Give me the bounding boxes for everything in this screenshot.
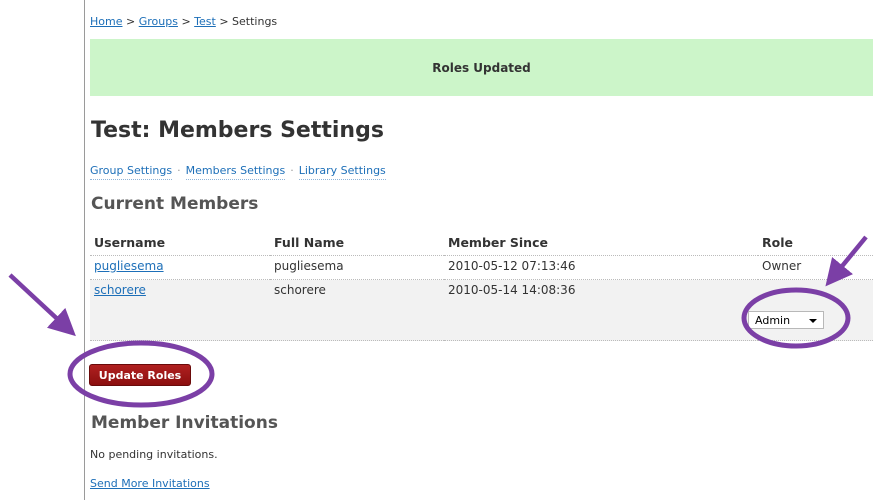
breadcrumb-separator: >	[219, 15, 229, 28]
settings-subnav: Group Settings · Members Settings · Library …	[90, 164, 386, 180]
breadcrumb-home-link[interactable]: Home	[90, 15, 122, 28]
role-cell	[758, 279, 873, 341]
member-since-cell: 2010-05-12 07:13:46	[444, 255, 758, 280]
arrow-icon	[8, 273, 76, 337]
column-header-username: Username	[90, 229, 270, 256]
roles-updated-notice: Roles Updated	[90, 39, 873, 96]
breadcrumb-current: Settings	[232, 15, 278, 28]
role-select[interactable]: Admin	[748, 311, 824, 329]
subnav-group-settings[interactable]: Group Settings	[90, 164, 173, 180]
breadcrumb: Home > Groups > Test > Settings	[90, 15, 277, 28]
full-name-cell: pugliesema	[270, 255, 444, 280]
breadcrumb-separator: >	[125, 15, 136, 28]
member-invitations-heading: Member Invitations	[91, 413, 278, 433]
table-header-row: Username Full Name Member Since Role	[90, 229, 873, 256]
breadcrumb-groups-link[interactable]: Groups	[139, 15, 178, 28]
role-select-value: Admin	[755, 313, 791, 327]
role-cell: Owner	[758, 255, 873, 280]
column-header-full-name: Full Name	[270, 229, 444, 256]
subnav-separator: ·	[177, 164, 181, 177]
username-link[interactable]: schorere	[94, 283, 146, 297]
username-link[interactable]: pugliesema	[94, 259, 164, 273]
username-cell: schorere	[90, 279, 270, 341]
column-header-member-since: Member Since	[444, 229, 758, 256]
notice-text: Roles Updated	[432, 60, 531, 75]
update-roles-button[interactable]: Update Roles	[89, 364, 191, 386]
table-row: pugliesema pugliesema 2010-05-12 07:13:4…	[90, 255, 873, 280]
member-since-cell: 2010-05-14 14:08:36	[444, 279, 758, 341]
full-name-cell: schorere	[270, 279, 444, 341]
chevron-down-icon	[809, 319, 817, 323]
username-cell: pugliesema	[90, 255, 270, 280]
subnav-library-settings[interactable]: Library Settings	[298, 164, 386, 180]
table-row: schorere schorere 2010-05-14 14:08:36	[90, 279, 873, 341]
page-title: Test: Members Settings	[91, 118, 384, 143]
column-header-role: Role	[758, 229, 873, 256]
breadcrumb-test-link[interactable]: Test	[194, 15, 216, 28]
subnav-members-settings[interactable]: Members Settings	[185, 164, 286, 180]
current-members-heading: Current Members	[91, 194, 259, 214]
send-more-invitations-link[interactable]: Send More Invitations	[90, 477, 210, 490]
breadcrumb-separator: >	[181, 15, 191, 28]
no-invitations-text: No pending invitations.	[90, 448, 218, 461]
subnav-separator: ·	[290, 164, 294, 177]
